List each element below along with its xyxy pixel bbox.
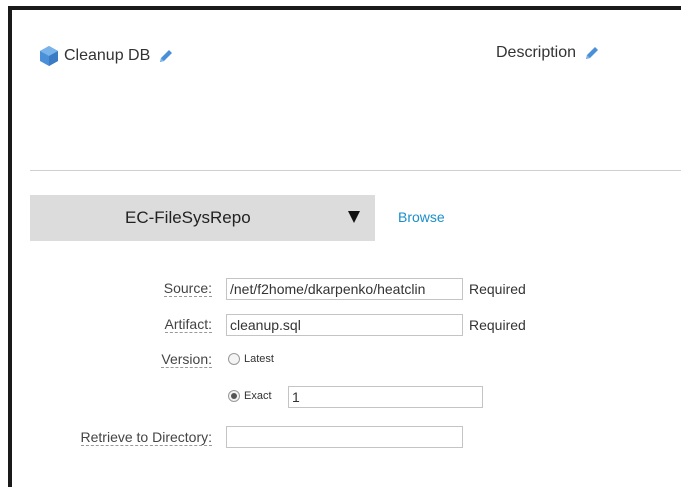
version-label: Version: <box>161 351 212 368</box>
source-required-text: Required <box>469 281 526 297</box>
description-label: Description <box>496 44 577 61</box>
version-exact-input[interactable]: 1 <box>288 386 483 408</box>
artifact-required-text: Required <box>469 317 526 333</box>
browse-link[interactable]: Browse <box>398 209 445 225</box>
retrieve-directory-label: Retrieve to Directory: <box>80 429 212 446</box>
window-border-top <box>8 6 681 10</box>
retrieve-directory-input[interactable] <box>226 426 463 448</box>
cube-icon <box>37 44 61 68</box>
procedure-step-panel: Cleanup DB Description EC-FileSysRepo Br… <box>0 0 681 487</box>
artifact-input[interactable]: cleanup.sql <box>226 314 463 336</box>
repository-selected-value: EC-FileSysRepo <box>125 208 251 227</box>
version-latest-label: Latest <box>244 353 274 365</box>
edit-description-pencil-icon[interactable] <box>583 44 601 62</box>
caret-down-icon <box>348 211 360 223</box>
artifact-label: Artifact: <box>164 316 212 333</box>
source-label: Source: <box>163 280 212 297</box>
edit-title-pencil-icon[interactable] <box>157 47 175 65</box>
step-title: Cleanup DB <box>64 47 151 64</box>
version-exact-label: Exact <box>244 390 272 402</box>
repository-select[interactable]: EC-FileSysRepo <box>30 195 375 241</box>
version-latest-radio[interactable] <box>228 353 240 365</box>
source-input[interactable]: /net/f2home/dkarpenko/heatclin <box>226 278 463 300</box>
section-divider <box>30 170 681 171</box>
description-row: Description <box>496 44 601 62</box>
version-exact-radio[interactable] <box>228 390 240 402</box>
window-border-left <box>8 6 12 487</box>
step-title-row: Cleanup DB <box>37 44 175 68</box>
